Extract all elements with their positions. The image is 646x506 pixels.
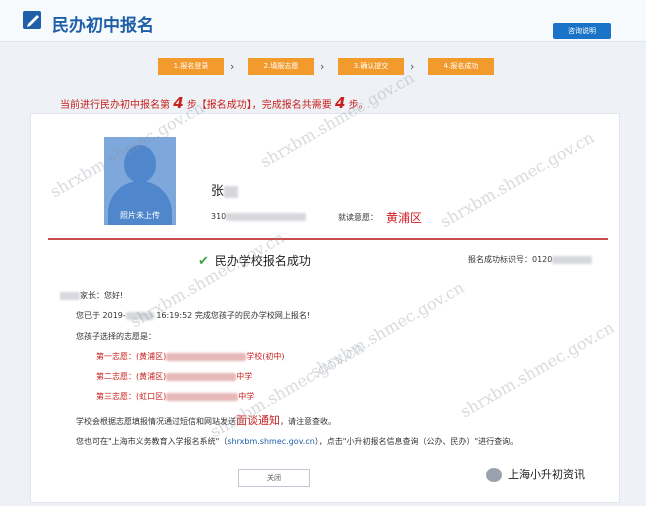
choice-item: 第二志愿：(黄浦区) 中学 bbox=[96, 372, 253, 381]
avatar-label: 照片未上传 bbox=[120, 211, 160, 220]
choices-intro: 您孩子选择的志愿是： bbox=[76, 332, 156, 341]
top-bar: 民办初中报名 咨询说明 bbox=[0, 0, 646, 42]
edit-logo-icon bbox=[23, 11, 41, 29]
success-id: 报名成功标识号：0120 bbox=[468, 254, 593, 265]
check-icon: ✔ bbox=[198, 254, 209, 269]
wechat-source: 上海小升初资讯 bbox=[486, 466, 585, 482]
student-name: 张 bbox=[211, 180, 239, 199]
greeting: 家长：您好! bbox=[60, 290, 123, 301]
query-line: 您也可在"上海市义务教育入学报名系统"（shrxbm.shmec.gov.cn）… bbox=[76, 437, 519, 446]
system-link[interactable]: shrxbm.shmec.gov.cn bbox=[227, 437, 314, 446]
district-value: 黄浦区 bbox=[386, 211, 423, 225]
chevron-right-icon: › bbox=[320, 60, 325, 73]
letter-line-1: 您已于 2019- 16:19:52 完成您孩子的民办学校网上报名! bbox=[76, 311, 311, 320]
chevron-right-icon: › bbox=[410, 60, 415, 73]
step-2: 2.填报志愿 bbox=[248, 58, 314, 75]
step-4: 4.报名成功 bbox=[428, 58, 494, 75]
district-label: 就读意愿： bbox=[338, 213, 378, 222]
close-button[interactable]: 关闭 bbox=[238, 469, 310, 487]
step-3: 3.确认提交 bbox=[338, 58, 404, 75]
divider bbox=[48, 238, 608, 240]
step-indicator: 1.报名登录 › 2.填报志愿 › 3.确认提交 › 4.报名成功 bbox=[0, 58, 646, 78]
choice-item: 第一志愿：(黄浦区) 学校(初中) bbox=[96, 352, 285, 361]
help-button[interactable]: 咨询说明 bbox=[553, 23, 611, 39]
app-title: 民办初中报名 bbox=[52, 16, 154, 36]
chevron-right-icon: › bbox=[230, 60, 235, 73]
choice-item: 第三志愿：(虹口区) 中学 bbox=[96, 392, 255, 401]
wechat-icon bbox=[486, 468, 502, 482]
step-1: 1.报名登录 bbox=[158, 58, 224, 75]
notice-line: 学校会根据志愿填报情况通过短信和网站发送面谈通知，请注意查收。 bbox=[76, 414, 336, 427]
progress-text: 当前进行民办初中报名第 4 步【报名成功】，完成报名共需要 4 步。 bbox=[60, 94, 369, 112]
student-id: 310 bbox=[211, 212, 307, 221]
